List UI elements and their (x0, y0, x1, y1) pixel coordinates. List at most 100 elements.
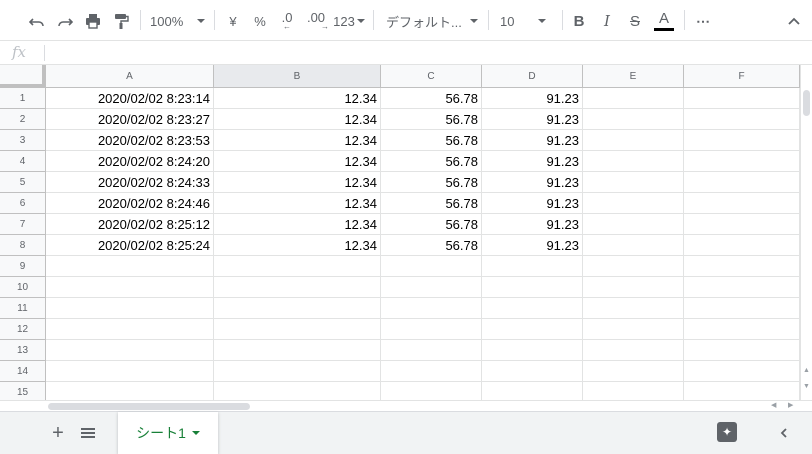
row-header[interactable]: 3 (0, 130, 46, 151)
cell-d8[interactable]: 91.23 (482, 235, 583, 256)
cell-a11[interactable] (46, 298, 214, 319)
cell-b9[interactable] (214, 256, 381, 277)
cell-b12[interactable] (214, 319, 381, 340)
cell-e15[interactable] (583, 382, 684, 400)
column-header-d[interactable]: D (482, 65, 583, 88)
cell-a4[interactable]: 2020/02/02 8:24:20 (46, 151, 214, 172)
row-header[interactable]: 5 (0, 172, 46, 193)
cell-a7[interactable]: 2020/02/02 8:25:12 (46, 214, 214, 235)
cell-b13[interactable] (214, 340, 381, 361)
cell-a12[interactable] (46, 319, 214, 340)
vertical-scrollbar[interactable]: ▲ ▼ (800, 65, 812, 400)
cell-c11[interactable] (381, 298, 482, 319)
cell-f1[interactable] (684, 88, 800, 109)
row-header[interactable]: 14 (0, 361, 46, 382)
cell-b8[interactable]: 12.34 (214, 235, 381, 256)
cell-d14[interactable] (482, 361, 583, 382)
collapse-toolbar-icon[interactable] (784, 8, 804, 34)
text-color-button[interactable]: A (652, 8, 676, 34)
more-icon[interactable]: ⋯ (692, 8, 714, 34)
cell-d12[interactable] (482, 319, 583, 340)
cell-d6[interactable]: 91.23 (482, 193, 583, 214)
cell-a6[interactable]: 2020/02/02 8:24:46 (46, 193, 214, 214)
strikethrough-button[interactable]: S (624, 8, 646, 34)
cell-e12[interactable] (583, 319, 684, 340)
cell-e7[interactable] (583, 214, 684, 235)
cell-c15[interactable] (381, 382, 482, 400)
cell-c14[interactable] (381, 361, 482, 382)
cell-a10[interactable] (46, 277, 214, 298)
cell-b6[interactable]: 12.34 (214, 193, 381, 214)
cell-f4[interactable] (684, 151, 800, 172)
increase-decimal-button[interactable]: .00 → (303, 8, 329, 34)
cell-e11[interactable] (583, 298, 684, 319)
cell-b2[interactable]: 12.34 (214, 109, 381, 130)
cell-b4[interactable]: 12.34 (214, 151, 381, 172)
cell-f2[interactable] (684, 109, 800, 130)
cell-e10[interactable] (583, 277, 684, 298)
cell-a8[interactable]: 2020/02/02 8:25:24 (46, 235, 214, 256)
cell-f10[interactable] (684, 277, 800, 298)
cell-f15[interactable] (684, 382, 800, 400)
horizontal-scrollbar[interactable]: ◀ ▶ (0, 400, 812, 411)
cell-b7[interactable]: 12.34 (214, 214, 381, 235)
chevron-down-icon[interactable] (191, 431, 200, 435)
cell-a5[interactable]: 2020/02/02 8:24:33 (46, 172, 214, 193)
cell-e3[interactable] (583, 130, 684, 151)
cell-e6[interactable] (583, 193, 684, 214)
currency-format-button[interactable]: ¥ (222, 8, 244, 34)
cell-b5[interactable]: 12.34 (214, 172, 381, 193)
cell-e13[interactable] (583, 340, 684, 361)
cell-c9[interactable] (381, 256, 482, 277)
cell-e2[interactable] (583, 109, 684, 130)
cell-b11[interactable] (214, 298, 381, 319)
cell-a14[interactable] (46, 361, 214, 382)
cell-b10[interactable] (214, 277, 381, 298)
font-size-select[interactable]: 10 (500, 8, 554, 34)
cell-b15[interactable] (214, 382, 381, 400)
zoom-select[interactable]: 100% (150, 8, 208, 34)
cell-e1[interactable] (583, 88, 684, 109)
undo-icon[interactable] (26, 8, 48, 34)
row-header[interactable]: 2 (0, 109, 46, 130)
cell-f14[interactable] (684, 361, 800, 382)
cell-d1[interactable]: 91.23 (482, 88, 583, 109)
cell-b1[interactable]: 12.34 (214, 88, 381, 109)
cell-e14[interactable] (583, 361, 684, 382)
cell-e8[interactable] (583, 235, 684, 256)
row-header[interactable]: 7 (0, 214, 46, 235)
cell-e4[interactable] (583, 151, 684, 172)
cell-c3[interactable]: 56.78 (381, 130, 482, 151)
row-header[interactable]: 12 (0, 319, 46, 340)
scroll-down-icon[interactable]: ▼ (803, 383, 810, 390)
cell-a13[interactable] (46, 340, 214, 361)
cell-e9[interactable] (583, 256, 684, 277)
cell-d9[interactable] (482, 256, 583, 277)
cell-d7[interactable]: 91.23 (482, 214, 583, 235)
select-all-corner[interactable] (0, 65, 46, 88)
cell-a9[interactable] (46, 256, 214, 277)
redo-icon[interactable] (54, 8, 76, 34)
font-select[interactable]: デフォルト... (386, 8, 478, 34)
collapse-side-panel-icon[interactable] (774, 422, 794, 444)
scroll-left-icon[interactable]: ◀ (771, 401, 776, 409)
column-header-e[interactable]: E (583, 65, 684, 88)
decrease-decimal-button[interactable]: .0 ← (276, 8, 298, 34)
column-header-c[interactable]: C (381, 65, 482, 88)
cell-c10[interactable] (381, 277, 482, 298)
cell-c4[interactable]: 56.78 (381, 151, 482, 172)
column-header-a[interactable]: A (46, 65, 214, 88)
more-formats-button[interactable]: 123 (333, 8, 365, 34)
cell-d3[interactable]: 91.23 (482, 130, 583, 151)
row-header[interactable]: 6 (0, 193, 46, 214)
column-header-f[interactable]: F (684, 65, 800, 88)
cell-f12[interactable] (684, 319, 800, 340)
cell-c1[interactable]: 56.78 (381, 88, 482, 109)
row-header[interactable]: 8 (0, 235, 46, 256)
row-header[interactable]: 9 (0, 256, 46, 277)
cell-a15[interactable] (46, 382, 214, 400)
cell-c12[interactable] (381, 319, 482, 340)
cell-b14[interactable] (214, 361, 381, 382)
cell-c13[interactable] (381, 340, 482, 361)
cell-f8[interactable] (684, 235, 800, 256)
